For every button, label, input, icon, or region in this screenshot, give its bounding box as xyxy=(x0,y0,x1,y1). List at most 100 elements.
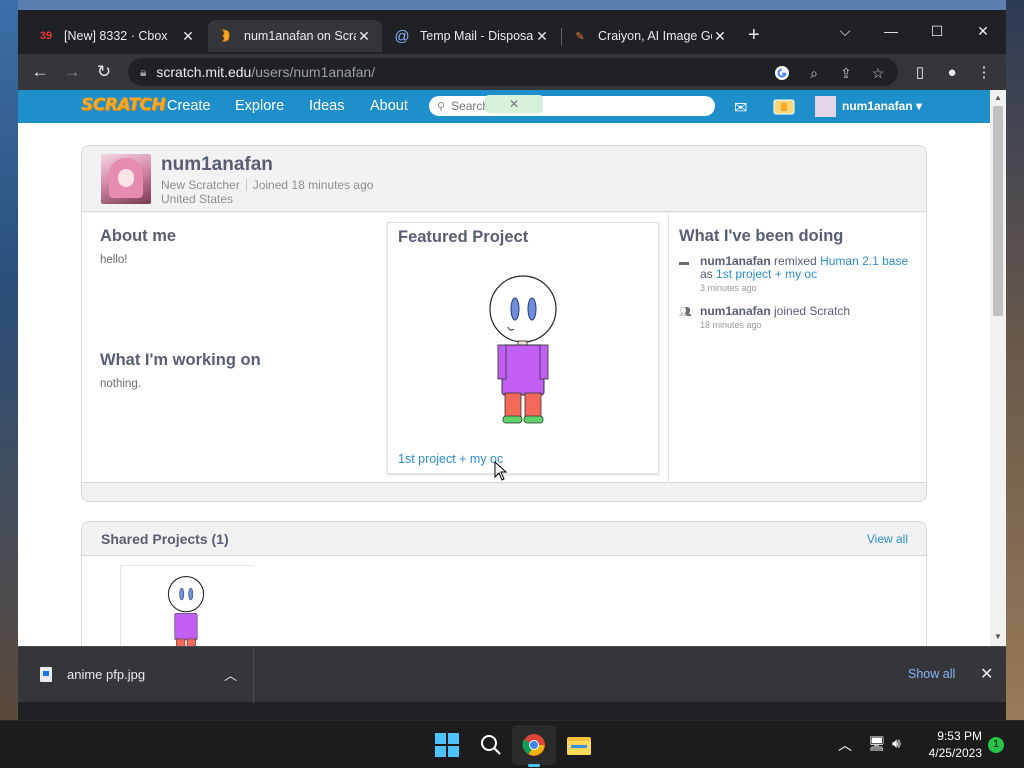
minimize-icon[interactable]: — xyxy=(868,16,914,46)
close-window-icon[interactable]: ✕ xyxy=(960,16,1006,46)
tab-cbox[interactable]: 39 [New] 8332 · Cbox ✕ xyxy=(28,20,206,52)
tab-temp-mail[interactable]: @ Temp Mail - Disposab ✕ xyxy=(384,20,560,52)
close-tab-icon[interactable]: ✕ xyxy=(180,28,196,45)
tab-strip: 39 [New] 8332 · Cbox ✕ num1anafan on Scr… xyxy=(18,10,1006,54)
menu-kebab-icon[interactable]: ⋮ xyxy=(974,62,994,82)
profile-box: num1anafan New Scratcher Joined 18 minute… xyxy=(81,145,927,502)
tab-search-chevron-icon[interactable]: ⌵ xyxy=(822,16,868,46)
activity-item-joined: 👥︎ num1anafan joined Scratch 18 minutes … xyxy=(679,305,919,335)
shared-project-thumbnail[interactable] xyxy=(120,565,254,646)
shared-projects-box: Shared Projects (1) View all xyxy=(81,521,927,646)
volume-icon[interactable]: 🔊︎ xyxy=(892,735,901,752)
share-icon[interactable]: ⇪ xyxy=(836,64,856,82)
at-icon: @ xyxy=(394,27,410,45)
tab-title: [New] 8332 · Cbox xyxy=(64,29,168,43)
featured-project-thumbnail[interactable] xyxy=(488,275,558,425)
result-project-link[interactable]: 1st project + my oc xyxy=(716,267,817,281)
side-panel-icon[interactable]: ▯ xyxy=(910,62,930,82)
profile-header: num1anafan New Scratcher Joined 18 minute… xyxy=(82,146,926,212)
nav-avatar[interactable] xyxy=(815,96,836,117)
activity-user[interactable]: num1anafan xyxy=(700,304,771,318)
browser-toolbar: ← → ↻ 🔒︎ scratch.mit.edu/users/num1anafa… xyxy=(18,54,1006,90)
pencil-icon: ✎ xyxy=(575,30,585,43)
tab-scratch[interactable]: num1anafan on Scrat ✕ xyxy=(208,20,382,52)
tab-craiyon[interactable]: ✎ Craiyon, AI Image Ge ✕ xyxy=(562,20,738,52)
close-tab-icon[interactable]: ✕ xyxy=(534,28,550,45)
new-tab-button[interactable]: + xyxy=(748,24,760,47)
scroll-up-icon[interactable]: ▲ xyxy=(993,93,1003,103)
chrome-icon[interactable] xyxy=(520,731,548,759)
remixed-project-link[interactable]: Human 2.1 base xyxy=(820,254,908,268)
activity-time: 18 minutes ago xyxy=(700,320,762,330)
search-icon[interactable] xyxy=(477,731,505,759)
bookmark-star-icon[interactable]: ☆ xyxy=(868,64,888,82)
activity-user[interactable]: num1anafan xyxy=(700,254,771,268)
tab-title: Temp Mail - Disposab xyxy=(420,29,534,43)
zoom-icon[interactable]: ⌕ xyxy=(804,64,824,82)
cbox-favicon: 39 xyxy=(39,30,53,42)
google-lens-icon[interactable] xyxy=(772,64,792,82)
url-path: /users/num1anafan/ xyxy=(251,64,376,80)
tray-overflow-chevron-icon[interactable]: ︿ xyxy=(838,735,852,755)
join-date: Joined 18 minutes ago xyxy=(252,178,374,192)
file-explorer-icon[interactable] xyxy=(565,731,593,759)
activity-as: as xyxy=(700,267,713,281)
nav-username-menu[interactable]: num1anafan ▾ xyxy=(842,90,922,123)
close-downloads-icon[interactable]: ✕ xyxy=(980,664,993,684)
show-all-button[interactable]: Show all xyxy=(908,667,955,681)
activity-heading: What I've been doing xyxy=(679,227,844,245)
nav-explore[interactable]: Explore xyxy=(235,90,284,123)
nav-create[interactable]: Create xyxy=(167,90,211,123)
featured-project-link[interactable]: 1st project + my oc xyxy=(398,452,503,466)
reload-icon[interactable]: ↻ xyxy=(91,60,117,84)
forward-arrow-icon[interactable]: → xyxy=(59,60,85,84)
chrome-window: 39 [New] 8332 · Cbox ✕ num1anafan on Scr… xyxy=(18,10,1006,720)
avatar[interactable] xyxy=(101,154,151,204)
activity-action: remixed xyxy=(774,254,817,268)
nav-ideas[interactable]: Ideas xyxy=(309,90,344,123)
user-status: New Scratcher Joined 18 minutes ago xyxy=(161,178,373,192)
remix-icon: ▬ xyxy=(679,257,689,268)
user-country: United States xyxy=(161,192,234,206)
clock-date[interactable]: 4/25/2023 xyxy=(918,746,982,760)
messages-envelope-icon[interactable]: ✉ xyxy=(734,98,747,117)
close-tab-icon[interactable]: ✕ xyxy=(712,28,728,45)
page-viewport: SCRATCH Create Explore Ideas About ⚲ ✕ ✉… xyxy=(18,90,1006,646)
search-clear-icon[interactable]: ✕ xyxy=(485,95,543,113)
back-arrow-icon[interactable]: ← xyxy=(27,60,53,84)
start-windows-icon[interactable] xyxy=(433,731,461,759)
search-box[interactable]: ⚲ ✕ xyxy=(429,95,715,116)
url-host: scratch.mit.edu xyxy=(156,64,252,80)
address-bar[interactable]: 🔒︎ scratch.mit.edu/users/num1anafan/ ⌕ ⇪… xyxy=(128,58,898,86)
about-me-heading: About me xyxy=(100,227,177,245)
notification-badge[interactable]: 1 xyxy=(988,737,1004,753)
scroll-thumb[interactable] xyxy=(993,106,1003,316)
my-stuff-folder-icon[interactable] xyxy=(773,97,795,115)
mouse-cursor-icon xyxy=(494,461,508,481)
profile-icon[interactable]: ● xyxy=(942,62,962,82)
close-tab-icon[interactable]: ✕ xyxy=(356,28,372,45)
user-role: New Scratcher xyxy=(161,178,240,192)
clock-time[interactable]: 9:53 PM xyxy=(922,729,982,743)
about-me-text: hello! xyxy=(100,254,128,266)
view-all-link[interactable]: View all xyxy=(867,532,908,546)
activity-time: 3 minutes ago xyxy=(700,283,757,293)
tab-title: Craiyon, AI Image Ge xyxy=(598,29,712,43)
profile-body: About me hello! What I'm working on noth… xyxy=(82,213,926,483)
tab-title: num1anafan on Scrat xyxy=(244,29,356,43)
scratch-logo[interactable]: SCRATCH xyxy=(81,95,166,115)
image-file-icon xyxy=(40,667,52,682)
network-icon[interactable]: 🖥︎ xyxy=(868,735,886,752)
working-on-text: nothing. xyxy=(100,378,141,390)
maximize-icon[interactable]: ☐ xyxy=(914,16,960,46)
download-item[interactable]: anime pfp.jpg ︿ xyxy=(18,647,254,703)
nav-about[interactable]: About xyxy=(370,90,408,123)
lock-icon: 🔒︎ xyxy=(140,64,147,79)
scroll-down-icon[interactable]: ▼ xyxy=(993,632,1003,642)
featured-project-card[interactable]: Featured Project 1st project + my oc xyxy=(387,222,659,474)
chevron-up-icon[interactable]: ︿ xyxy=(224,665,237,684)
activity-action: joined Scratch xyxy=(774,304,851,318)
page-scrollbar[interactable]: ▲ ▼ xyxy=(990,90,1006,646)
users-icon: 👥︎ xyxy=(679,307,692,318)
downloads-bar: anime pfp.jpg ︿ Show all ✕ xyxy=(18,646,1006,703)
